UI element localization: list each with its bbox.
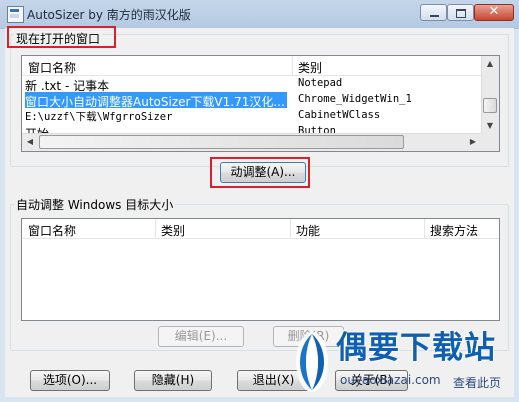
column-header-window-name[interactable]: 窗口名称 xyxy=(28,222,76,239)
watermark-url: ouyaoxiazai.com xyxy=(340,373,441,387)
window-name-cell: E:\uzzf\下载\WfgrroSizer xyxy=(25,111,173,123)
vertical-scrollbar[interactable]: ▲ ▼ xyxy=(481,56,499,134)
watermark-small-text: 查看此页 xyxy=(453,376,502,390)
window-title: AutoSizer by 南方的雨汉化版 xyxy=(27,8,191,22)
minimize-button[interactable] xyxy=(420,4,447,21)
class-cell: Chrome_WidgetWin_1 xyxy=(298,93,412,105)
close-icon: ✕ xyxy=(488,4,500,19)
scroll-up-icon[interactable]: ▲ xyxy=(482,56,498,72)
column-divider[interactable] xyxy=(290,219,291,238)
button-highlight xyxy=(210,157,310,188)
column-header-class[interactable]: 类别 xyxy=(298,59,322,76)
site-watermark: 偶要下载站 ouyaoxiazai.com 查看此页 xyxy=(290,318,519,402)
class-cell: CabinetWClass xyxy=(298,109,381,121)
close-button[interactable]: ✕ xyxy=(474,4,514,21)
list-item[interactable]: 新 .txt - 记事本 Notepad xyxy=(22,76,488,93)
column-header-function[interactable]: 功能 xyxy=(296,222,320,239)
scroll-corner xyxy=(481,133,499,151)
column-divider[interactable] xyxy=(292,56,293,75)
maximize-button[interactable] xyxy=(447,4,474,21)
edit-button[interactable]: 编辑(E)... xyxy=(158,326,244,347)
open-windows-header: 窗口名称 类别 xyxy=(22,56,499,76)
scroll-down-icon[interactable]: ▼ xyxy=(482,118,498,134)
horizontal-scrollbar[interactable]: ◀ ▶ xyxy=(22,133,482,151)
list-item-selected[interactable]: 窗口大小自动调整器AutoSizer下载V1.71汉化... Chrome_Wi… xyxy=(22,92,488,108)
site-logo-icon xyxy=(296,332,328,392)
hide-button[interactable]: 隐藏(H) xyxy=(134,370,212,391)
minimize-icon xyxy=(430,15,439,17)
scroll-left-icon[interactable]: ◀ xyxy=(22,134,38,150)
horizontal-scroll-thumb[interactable] xyxy=(39,135,404,149)
caption-highlight xyxy=(7,26,116,48)
column-header-window-name[interactable]: 窗口名称 xyxy=(28,59,76,76)
class-cell: Notepad xyxy=(298,77,343,89)
scroll-right-icon[interactable]: ▶ xyxy=(465,134,481,150)
list-item[interactable]: E:\uzzf\下载\WfgrroSizer CabinetWClass xyxy=(22,108,488,124)
vertical-scroll-thumb[interactable] xyxy=(483,98,497,113)
auto-resize-list[interactable]: 窗口名称 类别 功能 搜索方法 xyxy=(21,218,500,321)
watermark-brand: 偶要下载站 xyxy=(336,330,496,366)
column-header-search-method[interactable]: 搜索方法 xyxy=(430,222,478,239)
app-icon xyxy=(7,6,24,23)
maximize-icon xyxy=(456,9,466,18)
window-name-cell: 窗口大小自动调整器AutoSizer下载V1.71汉化... xyxy=(25,92,287,108)
auto-resize-caption: 自动调整 Windows 目标大小 xyxy=(14,196,176,213)
column-divider[interactable] xyxy=(424,219,425,238)
auto-resize-header: 窗口名称 类别 功能 搜索方法 xyxy=(22,219,499,239)
column-divider[interactable] xyxy=(155,219,156,238)
options-button[interactable]: 选项(O)... xyxy=(30,370,110,391)
title-bar: AutoSizer by 南方的雨汉化版 ✕ xyxy=(0,0,519,29)
open-windows-list[interactable]: 窗口名称 类别 新 .txt - 记事本 Notepad 窗口大小自动调整器Au… xyxy=(21,55,500,152)
column-header-class[interactable]: 类别 xyxy=(161,222,185,239)
